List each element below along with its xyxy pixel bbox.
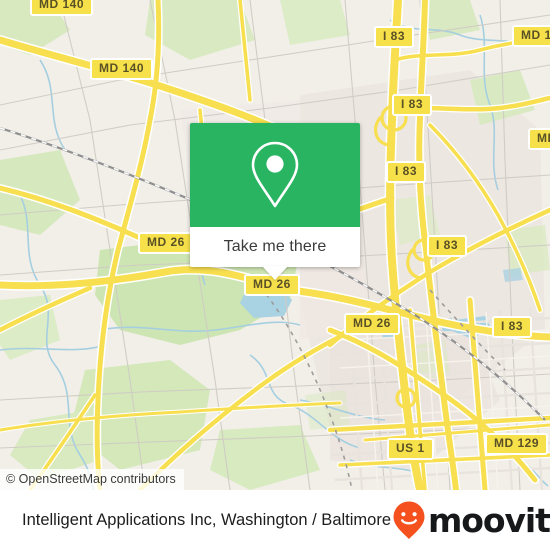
map-pin-icon <box>251 141 299 208</box>
shield-us-1: US 1 <box>387 438 434 460</box>
location-popup-card[interactable]: Take me there <box>190 123 360 280</box>
moovit-smiley-pin-icon <box>393 501 425 539</box>
osm-attribution[interactable]: © OpenStreetMap contributors <box>0 469 184 490</box>
map-screenshot: MD 140 MD 140 I 83 MD 13 I 83 MD I 83 MD 26 I 83… <box>0 0 550 550</box>
take-me-there-label: Take me there <box>223 238 327 255</box>
shield-md-140-a: MD 140 <box>30 0 94 16</box>
shield-i-83-b: I 83 <box>392 94 433 116</box>
location-title: Intelligent Applications Inc, Washington… <box>22 510 392 529</box>
shield-i-83-e: I 83 <box>492 316 533 338</box>
moovit-wordmark: moovit <box>428 500 550 540</box>
shield-md-26-c: MD 26 <box>344 313 400 335</box>
popup-card-action[interactable]: Take me there <box>190 227 360 280</box>
shield-i-83-d: I 83 <box>427 235 468 257</box>
shield-md-clip: MD <box>528 128 550 150</box>
popup-card-pointer <box>262 266 288 280</box>
popup-card-header <box>190 123 360 227</box>
shield-md-26-a: MD 26 <box>138 232 194 254</box>
shield-i-83-c: I 83 <box>386 161 427 183</box>
shield-i-83-a: I 83 <box>374 26 415 48</box>
shield-md-129: MD 129 <box>485 433 549 455</box>
moovit-brand[interactable]: moovit <box>391 500 550 540</box>
map-canvas[interactable]: MD 140 MD 140 I 83 MD 13 I 83 MD I 83 MD 26 I 83… <box>0 0 550 490</box>
shield-md-140-b: MD 140 <box>90 58 154 80</box>
footer-bar: Intelligent Applications Inc, Washington… <box>0 490 550 550</box>
shield-md-13-clip: MD 13 <box>512 25 550 47</box>
